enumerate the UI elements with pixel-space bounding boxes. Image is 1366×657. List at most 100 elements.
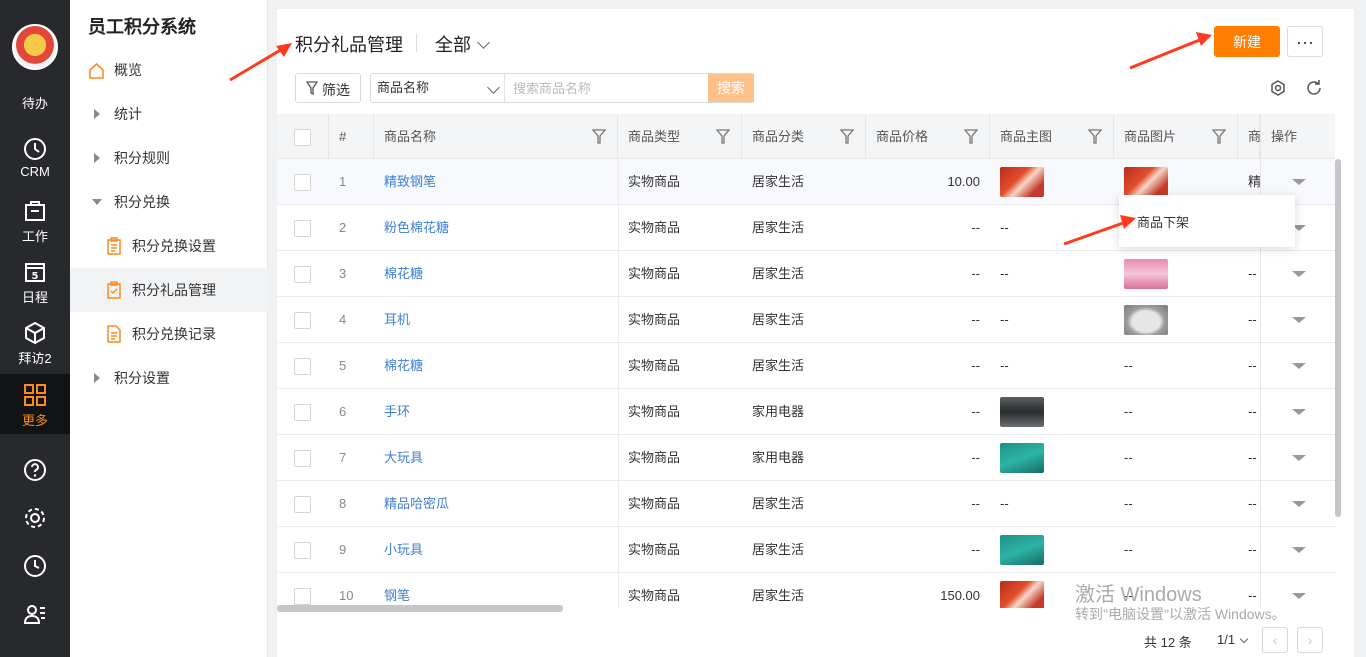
row-checkbox[interactable] [294,358,311,375]
product-name-link[interactable]: 粉色棉花糖 [384,205,618,251]
product-name-link[interactable]: 棉花糖 [384,251,618,297]
rail-item-todo[interactable]: 待办 [0,93,70,112]
product-thumbnail[interactable] [1000,443,1044,473]
rail-item-work[interactable]: 工作 [0,198,70,245]
prev-page-button[interactable]: ‹ [1262,627,1288,653]
row-action-dropdown-icon[interactable] [1292,363,1306,369]
filter-icon[interactable] [1088,129,1102,144]
table-row[interactable]: 4 耳机 实物商品 居家生活 -- -- -- [277,297,1335,343]
header-label: 商品类型 [628,129,681,144]
column-divider [618,527,619,573]
product-name-link[interactable]: 精品哈密瓜 [384,481,618,527]
row-action-dropdown-icon[interactable] [1292,409,1306,415]
product-thumbnail[interactable] [1124,167,1168,197]
filter-icon[interactable] [1212,129,1226,144]
select-all-checkbox[interactable] [294,129,311,146]
column-settings-icon[interactable] [1269,79,1287,97]
row-action-dropdown-icon[interactable] [1292,317,1306,323]
sidebar-item-exchange-settings[interactable]: 积分兑换设置 [70,224,268,268]
row-action-dropdown-icon[interactable] [1292,501,1306,507]
search-input[interactable] [513,78,703,98]
user-avatar[interactable] [12,24,58,70]
row-checkbox[interactable] [294,174,311,191]
product-name-link[interactable]: 手环 [384,389,618,435]
product-name-link[interactable]: 大玩具 [384,435,618,481]
calendar-badge: 5 [32,271,39,282]
row-checkbox[interactable] [294,220,311,237]
filter-icon[interactable] [716,129,730,144]
rail-item-more[interactable]: 更多 [0,374,70,434]
product-name-link[interactable]: 棉花糖 [384,343,618,389]
row-action-dropdown-icon[interactable] [1292,271,1306,277]
header-actions: 操作 [1260,114,1335,159]
filter-icon[interactable] [964,129,978,144]
table-row[interactable]: 9 小玩具 实物商品 居家生活 -- -- -- [277,527,1335,573]
row-action-dropdown-icon[interactable] [1292,593,1306,599]
row-checkbox[interactable] [294,588,311,605]
search-button[interactable]: 搜索 [708,74,754,102]
product-name-link[interactable]: 钢笔 [384,573,618,608]
filter-icon[interactable] [592,129,606,144]
row-action-dropdown-icon[interactable] [1292,455,1306,461]
table-row[interactable]: 3 棉花糖 实物商品 居家生活 -- -- -- [277,251,1335,297]
contacts-icon[interactable] [22,601,48,627]
row-checkbox[interactable] [294,266,311,283]
product-thumbnail[interactable] [1000,581,1044,608]
table-row[interactable]: 5 棉花糖 实物商品 居家生活 -- -- -- -- [277,343,1335,389]
sidebar-item-exchange[interactable]: 积分兑换 [70,180,268,224]
row-checkbox[interactable] [294,542,311,559]
filter-button[interactable]: 筛选 [295,73,361,103]
help-icon[interactable] [22,457,48,483]
page-select[interactable]: 1/1 [1217,632,1249,647]
sidebar-item-settings[interactable]: 积分设置 [70,356,268,400]
table-cell: 实物商品 [628,266,681,281]
product-thumbnail[interactable] [1000,167,1044,197]
product-thumbnail[interactable] [1000,535,1044,565]
table-cell: -- [1248,266,1257,281]
product-name-link[interactable]: 耳机 [384,297,618,343]
table-cell: 8 [339,496,347,511]
menu-item-delist[interactable]: 商品下架 [1137,212,1189,231]
product-thumbnail[interactable] [1000,397,1044,427]
table-cell: 居家生活 [752,174,805,189]
sidebar-item-rules[interactable]: 积分规则 [70,136,268,180]
next-page-button[interactable]: › [1297,627,1323,653]
table-cell: -- [1000,358,1009,373]
table-row[interactable]: 7 大玩具 实物商品 家用电器 -- -- -- [277,435,1335,481]
table-cell: 10 [339,588,354,603]
more-button[interactable]: ··· [1287,26,1323,57]
history-icon[interactable] [22,553,48,579]
row-checkbox[interactable] [294,450,311,467]
table-cell: -- [1000,312,1009,327]
horizontal-scrollbar[interactable] [277,605,563,612]
table-cell: 居家生活 [752,266,805,281]
product-name-link[interactable]: 精致钢笔 [384,159,618,205]
sidebar-item-exchange-records[interactable]: 积分兑换记录 [70,312,268,356]
row-checkbox[interactable] [294,404,311,421]
table-cell: 实物商品 [628,404,681,419]
sidebar-item-stats[interactable]: 统计 [70,92,268,136]
product-name-link[interactable]: 小玩具 [384,527,618,573]
new-button[interactable]: 新建 [1214,26,1280,57]
product-thumbnail[interactable] [1124,259,1168,289]
row-checkbox[interactable] [294,496,311,513]
row-checkbox[interactable] [294,312,311,329]
search-field-select[interactable]: 商品名称 [371,74,505,102]
filter-icon[interactable] [840,129,854,144]
rail-item-calendar[interactable]: 5 日程 [0,259,70,306]
row-action-dropdown-icon[interactable] [1292,547,1306,553]
header-main-image: 商品主图 [990,114,1114,159]
table-row[interactable]: 8 精品哈密瓜 实物商品 居家生活 -- -- -- -- [277,481,1335,527]
sidebar-item-gift-management[interactable]: 积分礼品管理 [70,268,268,312]
table-row[interactable]: 6 手环 实物商品 家用电器 -- -- -- [277,389,1335,435]
row-action-dropdown-icon[interactable] [1292,179,1306,185]
vertical-scrollbar[interactable] [1335,159,1341,517]
settings-icon[interactable] [22,505,48,531]
view-selector[interactable]: 全部 [435,31,490,57]
rail-item-crm[interactable]: CRM [0,136,70,179]
column-divider [618,481,619,527]
product-thumbnail[interactable] [1124,305,1168,335]
refresh-icon[interactable] [1305,79,1323,97]
rail-item-visit[interactable]: 拜访2 [0,320,70,367]
column-divider [618,389,619,435]
